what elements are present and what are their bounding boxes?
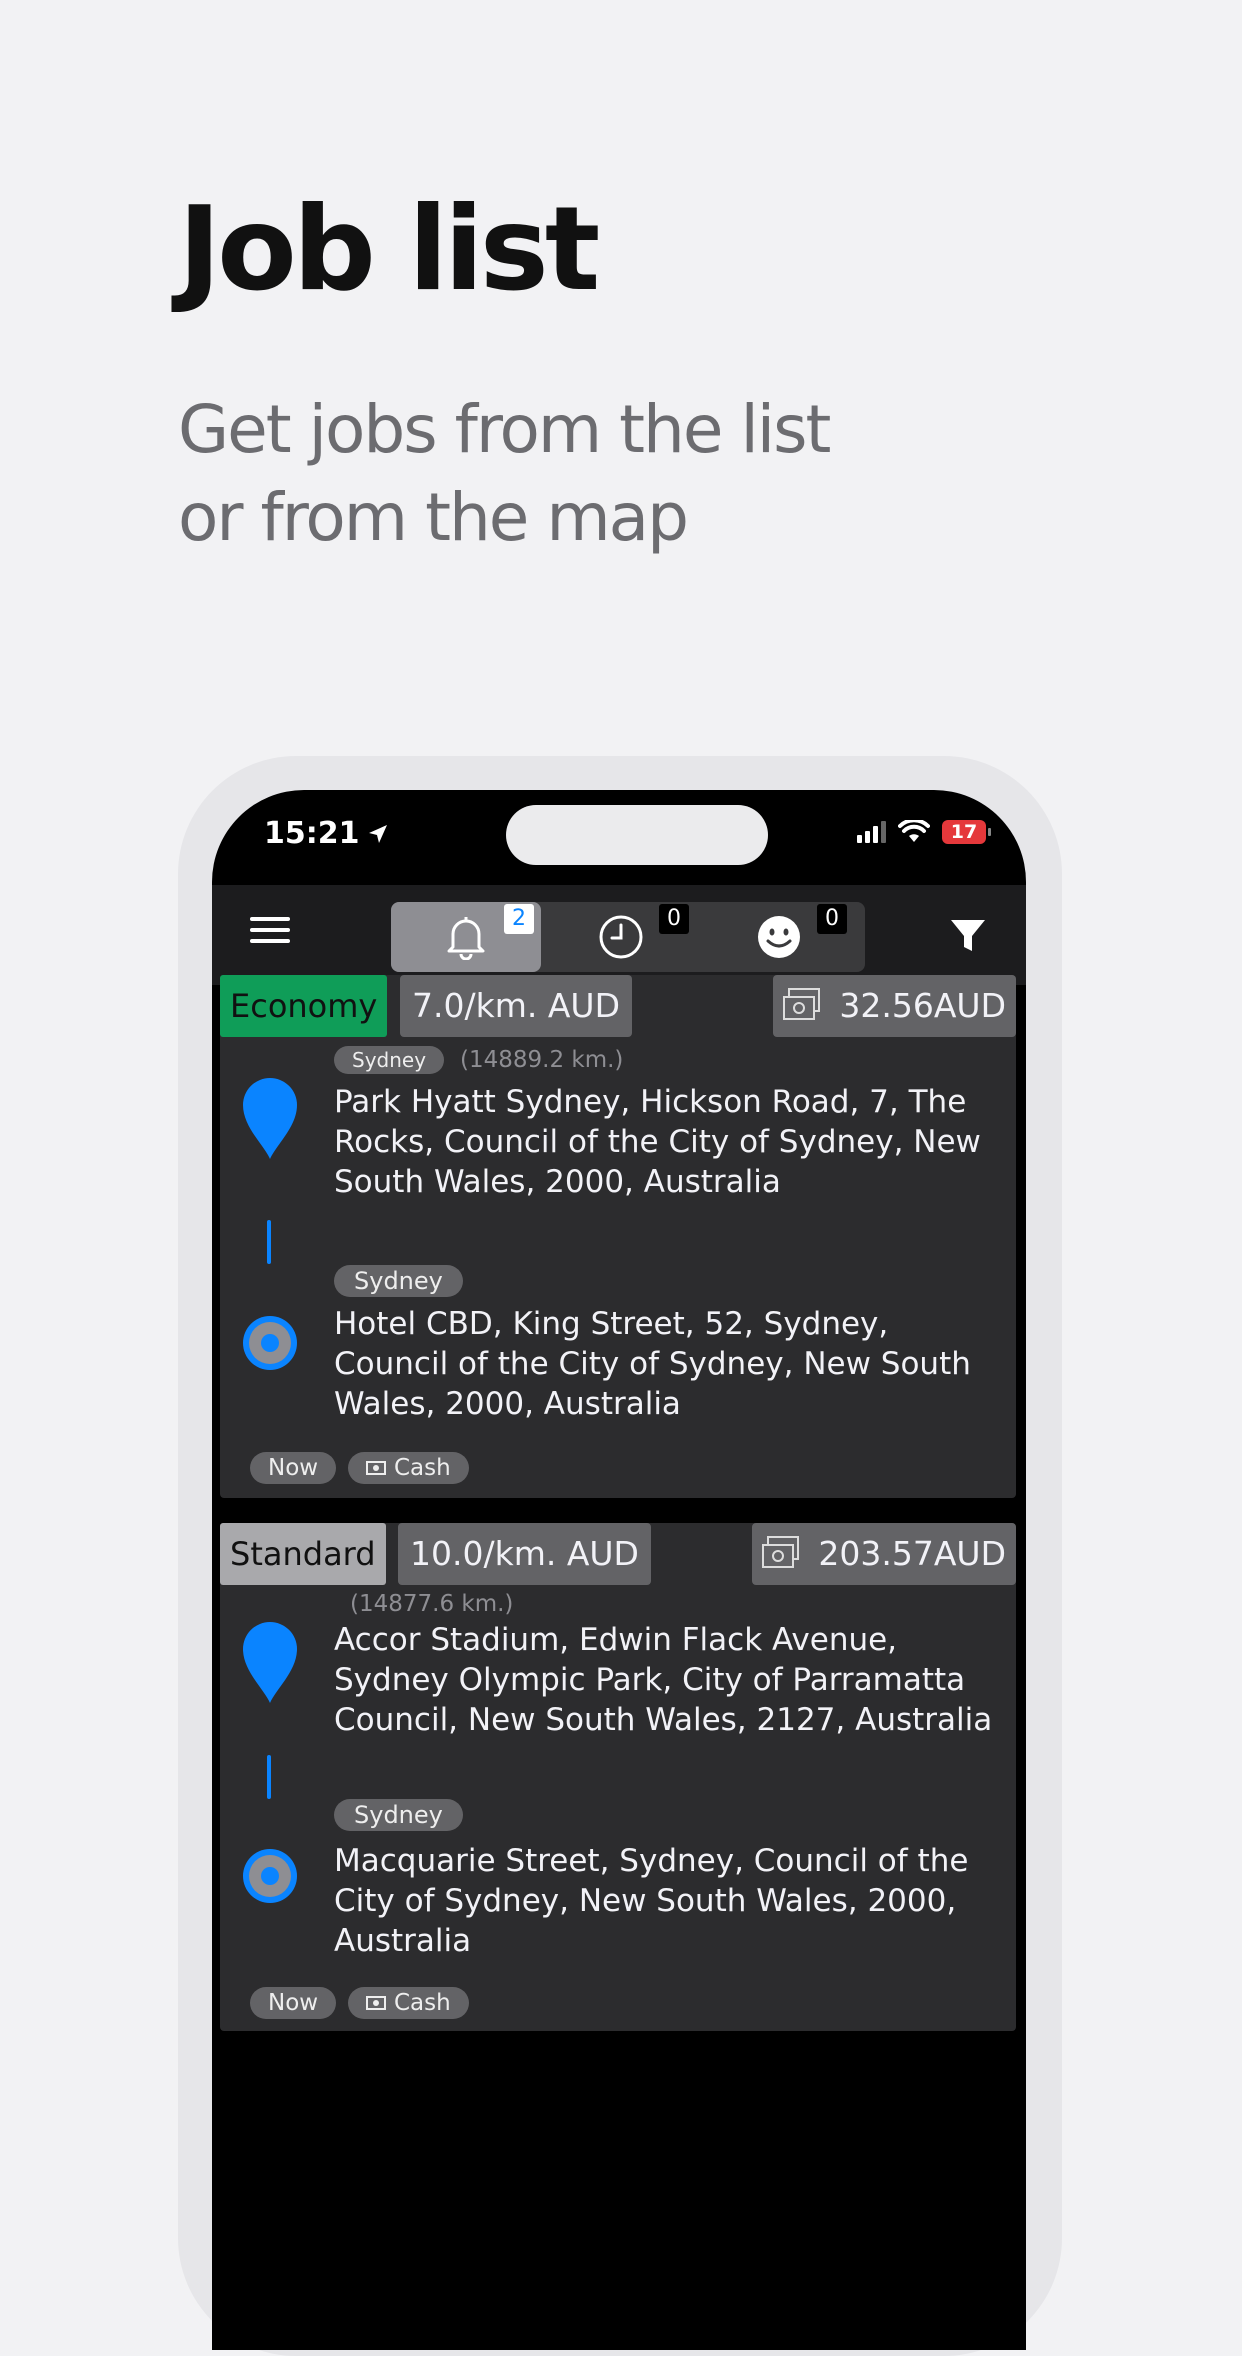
subtitle-line-2: or from the map	[178, 479, 689, 556]
battery-icon: 17	[942, 820, 991, 844]
job-card-header: Standard 10.0/km. AUD 203.57AUD	[220, 1523, 1016, 1585]
smiley-icon	[758, 916, 800, 958]
dropoff-address: Hotel CBD, King Street, 52, Sydney, Coun…	[334, 1306, 971, 1422]
phone-screen: 15:21 17 2 0 0 Economy 7.0/km. AUD 32.56…	[212, 790, 1026, 2350]
dropoff-city-pill: Sydney	[334, 1799, 463, 1831]
wifi-icon	[898, 820, 930, 842]
dropoff-city-pill: Sydney	[334, 1265, 463, 1297]
dropoff-address: Macquarie Street, Sydney, Council of the…	[334, 1843, 969, 1959]
pickup-address: Park Hyatt Sydney, Hickson Road, 7, The …	[334, 1084, 981, 1200]
cellular-signal-icon	[857, 821, 886, 843]
notifications-count-badge: 2	[504, 904, 534, 934]
service-class-tag: Economy	[220, 975, 388, 1037]
status-indicators: 17	[857, 820, 991, 844]
filter-funnel-icon[interactable]	[948, 915, 988, 955]
job-card[interactable]: Standard 10.0/km. AUD 203.57AUD (14877.6…	[220, 1523, 1016, 2031]
distance-label: (14877.6 km.)	[350, 1591, 514, 1617]
dropoff-target-icon	[243, 1316, 297, 1370]
rate-tag: 7.0/km. AUD	[400, 975, 632, 1037]
tab-history[interactable]: 0	[546, 902, 696, 972]
time-pill: Now	[250, 1987, 337, 2019]
clock-icon	[599, 915, 643, 959]
dropoff-target-icon	[243, 1849, 297, 1903]
job-card-header: Economy 7.0/km. AUD 32.56AUD	[220, 975, 1016, 1037]
money-icon	[762, 1536, 800, 1568]
pickup-pin-icon	[243, 1622, 297, 1703]
app-navbar: 2 0 0	[212, 885, 1026, 985]
page-subtitle: Get jobs from the list or from the map	[178, 386, 1078, 562]
cash-icon	[366, 1461, 386, 1475]
history-count-badge: 0	[659, 904, 689, 934]
route-connector	[267, 1220, 271, 1264]
tab-rating[interactable]: 0	[704, 902, 854, 972]
payment-pill: Cash	[348, 1452, 469, 1484]
price-tag: 203.57AUD	[752, 1523, 1016, 1585]
tab-bar: 2 0 0	[391, 902, 865, 972]
subtitle-line-1: Get jobs from the list	[178, 391, 831, 468]
dynamic-island	[506, 805, 768, 865]
time-pill: Now	[250, 1452, 337, 1484]
price-value: 203.57AUD	[818, 1534, 1006, 1573]
money-icon	[783, 988, 821, 1020]
route-connector	[267, 1755, 271, 1799]
cash-icon	[366, 1996, 386, 2010]
page-headline: Job list	[178, 182, 600, 317]
pickup-city-pill: Sydney	[334, 1046, 445, 1074]
price-tag: 32.56AUD	[773, 975, 1016, 1037]
pickup-pin-icon	[243, 1078, 297, 1159]
payment-pill: Cash	[348, 1987, 469, 2019]
job-card[interactable]: Economy 7.0/km. AUD 32.56AUD Sydney (148…	[220, 975, 1016, 1498]
bell-icon	[447, 917, 485, 960]
status-time-text: 15:21	[264, 816, 360, 851]
tab-notifications[interactable]: 2	[391, 902, 541, 972]
pickup-address: Accor Stadium, Edwin Flack Avenue, Sydne…	[334, 1622, 993, 1738]
hamburger-menu-icon[interactable]	[250, 917, 290, 957]
price-value: 32.56AUD	[839, 986, 1006, 1025]
rate-tag: 10.0/km. AUD	[398, 1523, 651, 1585]
service-class-tag: Standard	[220, 1523, 386, 1585]
location-arrow-icon	[368, 824, 387, 843]
rating-count-badge: 0	[817, 904, 847, 934]
status-time: 15:21	[264, 816, 390, 851]
distance-label: (14889.2 km.)	[460, 1047, 624, 1073]
